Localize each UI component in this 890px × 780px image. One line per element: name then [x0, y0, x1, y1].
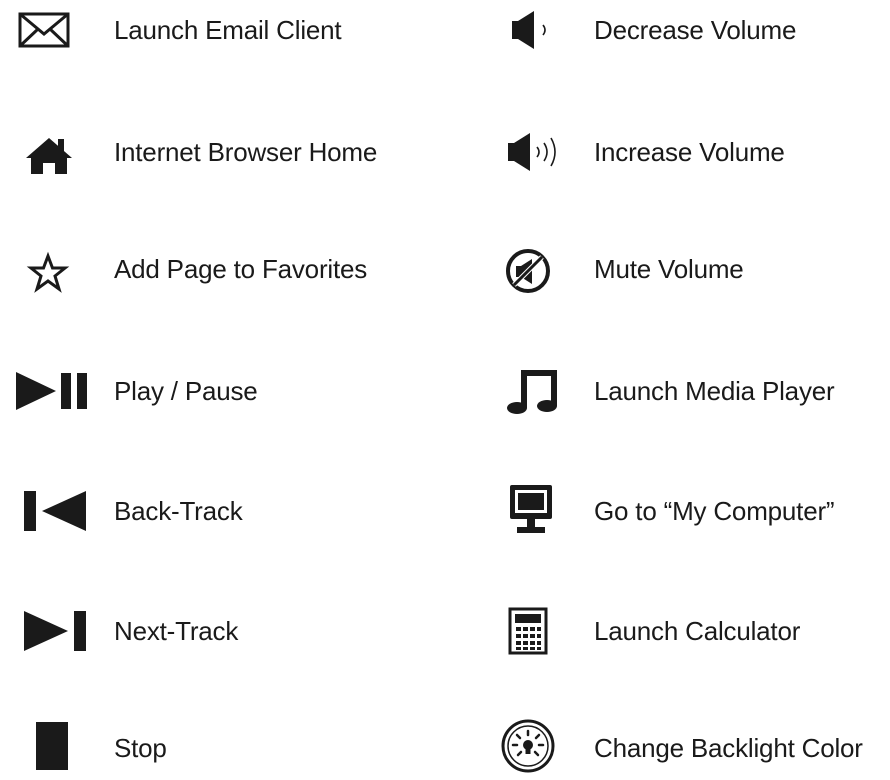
legend-label: Launch Email Client — [114, 15, 342, 45]
legend-item-internet-browser-home: Internet Browser Home — [0, 122, 440, 182]
legend-label: Next-Track — [114, 616, 239, 646]
play-pause-icon — [14, 371, 90, 411]
computer-monitor-icon — [508, 483, 554, 535]
calculator-icon — [508, 607, 548, 655]
legend-label: Launch Calculator — [594, 616, 801, 646]
legend-label: Go to “My Computer” — [594, 496, 835, 526]
legend-label: Change Backlight Color — [594, 733, 863, 763]
legend-label: Launch Media Player — [594, 376, 835, 406]
legend-item-add-page-to-favorites: Add Page to Favorites — [0, 239, 440, 299]
legend-label: Internet Browser Home — [114, 137, 378, 167]
legend-item-mute-volume: Mute Volume — [470, 239, 890, 299]
legend-item-increase-volume: Increase Volume — [470, 122, 890, 182]
music-note-icon — [506, 365, 562, 415]
volume-down-icon — [510, 10, 560, 50]
legend-label: Add Page to Favorites — [114, 254, 368, 284]
legend-item-change-backlight-color: Change Backlight Color — [470, 718, 890, 778]
star-icon — [26, 251, 70, 293]
legend-item-decrease-volume: Decrease Volume — [470, 0, 890, 60]
legend-label: Back-Track — [114, 496, 243, 526]
legend-item-launch-email-client: Launch Email Client — [0, 0, 440, 60]
legend-item-stop: Stop — [0, 718, 440, 778]
legend-label: Play / Pause — [114, 376, 258, 406]
legend-item-launch-calculator: Launch Calculator — [470, 601, 890, 661]
legend-label: Decrease Volume — [594, 15, 797, 45]
mute-icon — [504, 247, 552, 295]
next-track-icon — [22, 609, 88, 653]
stop-icon — [34, 720, 70, 772]
hotkey-legend: Launch Email Client Internet Browser Hom… — [0, 0, 890, 780]
legend-item-launch-media-player: Launch Media Player — [470, 361, 890, 421]
backlight-icon — [500, 718, 556, 774]
legend-item-play-pause: Play / Pause — [0, 361, 440, 421]
home-icon — [26, 136, 72, 176]
email-icon — [18, 12, 70, 48]
legend-item-back-track: Back-Track — [0, 481, 440, 541]
previous-track-icon — [22, 489, 88, 533]
volume-up-icon — [506, 132, 566, 172]
legend-item-go-to-my-computer: Go to “My Computer” — [470, 481, 890, 541]
legend-item-next-track: Next-Track — [0, 601, 440, 661]
legend-label: Increase Volume — [594, 137, 785, 167]
legend-label: Stop — [114, 733, 167, 763]
legend-label: Mute Volume — [594, 254, 744, 284]
